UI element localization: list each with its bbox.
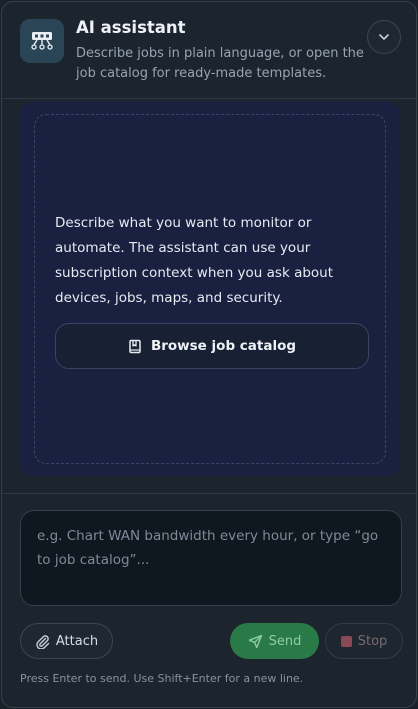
keyboard-hint: Press Enter to send. Use Shift+Enter for… [20,672,304,685]
browse-job-catalog-label: Browse job catalog [150,338,297,354]
collapse-button[interactable] [367,20,401,54]
attach-label: Attach [55,633,99,649]
panel-subtitle: Describe jobs in plain language, or open… [76,46,364,81]
stop-icon [340,635,352,647]
send-button[interactable]: Send [230,623,319,659]
empty-state-zone: Describe what you want to monitor or aut… [34,114,386,464]
footer-divider [2,493,416,494]
stop-label: Stop [357,633,388,649]
send-label: Send [268,633,302,649]
stop-button[interactable]: Stop [325,623,403,659]
send-icon [248,634,262,648]
panel-header: AI assistant Describe jobs in plain lang… [2,2,416,99]
robot-icon [20,19,64,63]
attach-button[interactable]: Attach [20,623,113,659]
browse-job-catalog-button[interactable]: Browse job catalog [55,323,369,369]
message-composer [20,510,402,606]
paperclip-icon [36,634,50,649]
message-input[interactable] [21,511,401,605]
empty-state-text: Describe what you want to monitor or aut… [55,215,334,306]
empty-state-card: Describe what you want to monitor or aut… [20,102,400,476]
ai-assistant-panel: AI assistant Describe jobs in plain lang… [1,1,417,708]
chevron-down-icon [379,34,389,40]
panel-title: AI assistant [76,18,186,37]
book-icon [129,339,141,353]
